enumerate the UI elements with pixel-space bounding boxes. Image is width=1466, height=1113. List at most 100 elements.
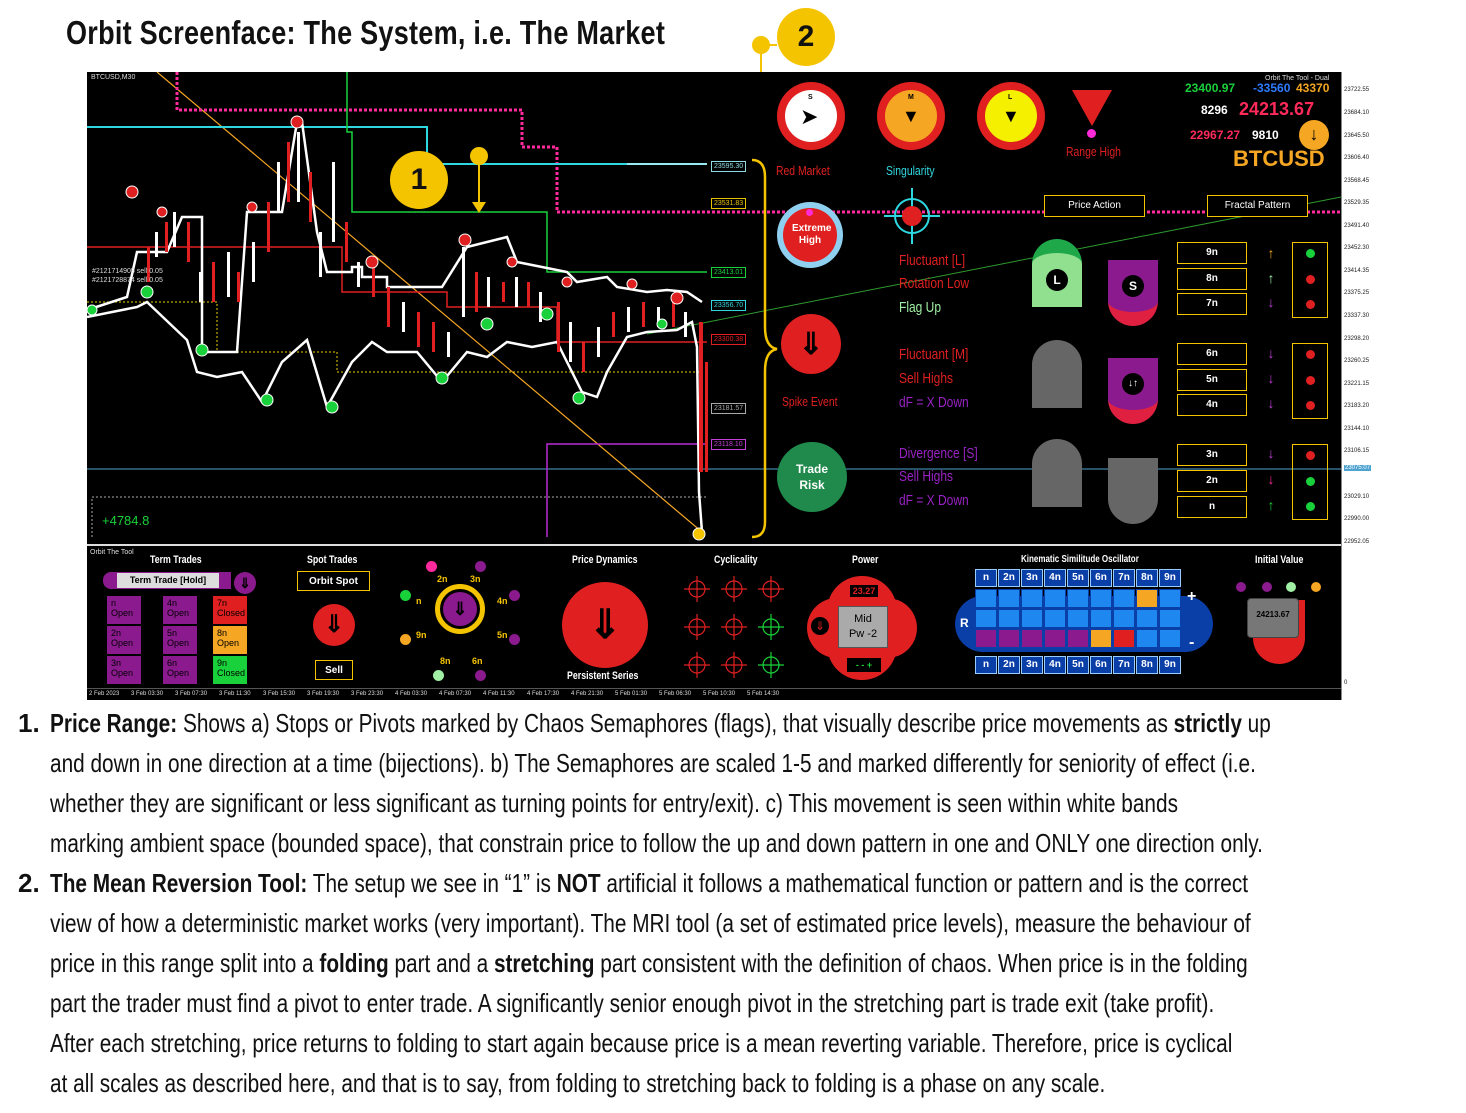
sell-button[interactable]: Sell — [315, 660, 353, 680]
singularity-crosshair-icon — [884, 188, 940, 244]
l-indicator-label: L — [1008, 94, 1013, 101]
m-indicator: M ▼ — [877, 82, 945, 150]
level-tag: 23181.57 — [711, 403, 747, 414]
trade-risk-indicator: Trade Risk — [777, 442, 847, 512]
down-arrow-icon: ⇓ — [234, 572, 256, 594]
term-cell[interactable]: 6n Open — [163, 656, 197, 684]
dial-dot — [475, 670, 486, 681]
kso-header: 7n — [1113, 656, 1135, 674]
divergence-s-label: Divergence [S] — [899, 445, 978, 462]
term-cell[interactable]: n Open — [107, 596, 141, 624]
current-price-tag: 23075.07 — [1344, 465, 1372, 471]
term-cell[interactable]: 7n Closed — [213, 596, 247, 624]
price-dynamics-title: Price Dynamics — [572, 554, 638, 566]
cyclicality-grid — [684, 576, 784, 678]
sell-highs-label: Sell Highs — [899, 468, 954, 485]
spike-event-label: Spike Event — [782, 394, 838, 409]
df-down-label: dF = X Down — [899, 394, 969, 411]
kso-cell — [1159, 589, 1181, 608]
fractal-6n[interactable]: 6n — [1177, 343, 1247, 365]
kso-plus-button[interactable]: + — [1187, 588, 1196, 606]
kso-header: 5n — [1067, 569, 1089, 587]
dial-label: 9n — [416, 630, 427, 640]
term-trade-hold-label: Term Trade [Hold] — [117, 573, 219, 588]
chevron-down-icon: ▼ — [1002, 106, 1020, 126]
arrow-down-icon: ↓ — [1267, 445, 1275, 461]
term-trade-hold-button[interactable]: Term Trade [Hold] — [103, 572, 231, 589]
kso-cell — [1090, 589, 1112, 608]
spot-arrow-icon: ⇓ — [313, 604, 355, 646]
fractal-8n[interactable]: 8n — [1177, 268, 1247, 290]
flag-up-label: Flag Up — [899, 299, 942, 316]
iv-dot — [1311, 582, 1321, 592]
kso-header: 3n — [1021, 569, 1043, 587]
fractal-5n[interactable]: 5n — [1177, 369, 1247, 391]
chevron-down-icon: ▼ — [902, 106, 920, 126]
red-market-label: Red Market — [776, 163, 830, 178]
fractal-pattern-button[interactable]: Fractal Pattern — [1207, 195, 1308, 217]
dial-label: 8n — [440, 656, 451, 666]
kso-cell — [998, 629, 1020, 648]
term-trades-title: Term Trades — [150, 554, 202, 566]
fractal-9n[interactable]: 9n — [1177, 242, 1247, 264]
arrow-down-icon: ↓ — [1267, 471, 1275, 487]
arrow-down-icon: ↓ — [1267, 395, 1275, 411]
dial-label: 4n — [497, 596, 508, 606]
status-dots-m — [1292, 343, 1328, 419]
kso-cell — [1136, 589, 1158, 608]
arrow-up-icon: ↑ — [1267, 497, 1275, 513]
quote-value: 43370 — [1296, 81, 1330, 95]
kso-cell — [975, 629, 997, 648]
quote-value: 8296 — [1201, 103, 1228, 117]
fractal-3n[interactable]: 3n — [1177, 444, 1247, 466]
arrow-down-icon: ↓ — [1267, 370, 1275, 386]
dial-label: 3n — [470, 574, 481, 584]
kso-cell — [1136, 629, 1158, 648]
level-tag: 23118.10 — [711, 439, 746, 450]
kso-cell — [1067, 609, 1089, 628]
term-cell[interactable]: 2n Open — [107, 626, 141, 654]
fractal-2n[interactable]: 2n — [1177, 470, 1247, 492]
dial-dot — [426, 561, 437, 572]
l-shape-label: L — [1046, 269, 1068, 291]
level-tag: 23595.30 — [711, 161, 747, 172]
dial-label: 6n — [472, 656, 483, 666]
term-cell[interactable]: 5n Open — [163, 626, 197, 654]
kso-r-label: R — [960, 616, 969, 630]
m-shape-right: ↓↑ — [1108, 358, 1158, 424]
l-shape: L — [1032, 239, 1082, 307]
s-indicator: S ➤ — [777, 82, 845, 150]
fractal-n[interactable]: n — [1177, 496, 1247, 518]
item-number: 2. — [18, 868, 40, 898]
term-cell[interactable]: 4n Open — [163, 596, 197, 624]
fractal-7n[interactable]: 7n — [1177, 293, 1247, 315]
power-control[interactable]: - - + — [847, 658, 881, 672]
term-cell[interactable]: 8n Open — [213, 626, 247, 654]
df-down-label: dF = X Down — [899, 492, 969, 509]
symbol-label: BTCUSD — [1233, 146, 1325, 171]
badge-2: 2 — [777, 8, 835, 66]
kso-header: 3n — [1021, 656, 1043, 674]
term-cell[interactable]: 9n Closed — [213, 656, 247, 684]
kso-cell — [1021, 609, 1043, 628]
trade-line-1: #2121714905 sell 0.05 — [92, 268, 163, 275]
extreme-high-label: Extreme High — [792, 223, 832, 246]
fractal-4n[interactable]: 4n — [1177, 394, 1247, 416]
m-indicator-label: M — [908, 94, 914, 101]
price-action-button[interactable]: Price Action — [1044, 195, 1145, 217]
up-down-icon: ↓↑ — [1122, 373, 1144, 395]
fluctuant-m-label: Fluctuant [M] — [899, 346, 969, 363]
cyclicality-title: Cyclicality — [714, 554, 758, 566]
extreme-high-indicator: Extreme High — [777, 202, 843, 268]
orbit-spot-button[interactable]: Orbit Spot — [297, 571, 370, 591]
price-axis: 23722.55 23684.10 23645.50 23606.40 2356… — [1341, 72, 1375, 700]
kso-cell — [975, 609, 997, 628]
s-shape-right — [1108, 458, 1158, 524]
spike-event-icon: ⇓ — [781, 314, 841, 374]
chevron-down-icon: ➤ — [800, 104, 819, 129]
kso-minus-button[interactable]: - — [1189, 634, 1194, 652]
dial-label: 2n — [437, 574, 448, 584]
kso-header: 2n — [998, 569, 1020, 587]
level-tag: 23356.70 — [711, 300, 747, 311]
term-cell[interactable]: 3n Open — [107, 656, 141, 684]
